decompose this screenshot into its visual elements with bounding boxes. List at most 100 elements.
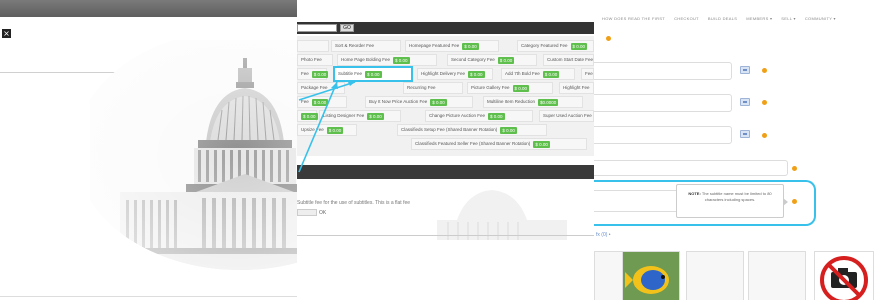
fee-cell[interactable]: Photo Fee [297, 54, 333, 66]
fee-cell[interactable]: $ 0.00 [297, 110, 318, 122]
fee-price: $ 0.00 [500, 126, 517, 134]
fee-label: Homepage Featured Fee [409, 43, 460, 48]
left-panel: × [0, 0, 297, 300]
nav-item[interactable]: CHECKOUT [674, 14, 699, 24]
photo-thumbnail[interactable] [622, 251, 680, 300]
no-camera-icon [820, 256, 868, 300]
fee-price: $ 0.00 [393, 56, 410, 64]
top-nav: HOW DOES READ THE FIRST CHECKOUT BUILD D… [594, 14, 886, 24]
fee-price: $ 0.00 [488, 112, 505, 120]
fee-cell[interactable]: Multiline Item Reduction $0.0000 [483, 96, 583, 108]
fee-label: Classifieds Featured Seller Fee (Shared … [415, 141, 531, 146]
fee-cell[interactable]: Buy It Now Price Auction Fee $ 0.00 [365, 96, 473, 108]
fee-price: $ 0.00 [570, 42, 588, 50]
fee-cell[interactable]: Recurring Fee [403, 82, 463, 94]
fee-cell[interactable] [297, 40, 329, 52]
fee-label: Highlight Delivery Fee [421, 71, 466, 76]
text-input[interactable] [594, 94, 732, 112]
fee-label: Add 7th Bold Fee [505, 71, 540, 76]
fee-cell[interactable]: Classifieds Featured Seller Fee (Shared … [411, 138, 587, 150]
fee-cell[interactable]: Homepage Featured Fee $ 0.00 [405, 40, 499, 52]
fee-label: Picture Gallery Fee [471, 85, 510, 90]
go-button[interactable]: GO [340, 24, 354, 32]
fee-cell[interactable]: Fee $ 0.00 [297, 68, 329, 80]
no-photo-placeholder[interactable] [814, 251, 874, 300]
edit-icon[interactable] [740, 66, 750, 74]
fee-price: $ 0.00 [326, 126, 344, 134]
fee-label: Upsize Fee [301, 127, 324, 132]
fee-cell[interactable]: Highlight Fee [559, 82, 594, 94]
category-select[interactable] [297, 24, 337, 32]
nav-item[interactable]: MEMBERS ▾ [746, 14, 772, 24]
fee-label: Buy It Now Price Auction Fee [369, 99, 428, 104]
fee-cell[interactable]: Custom Start Date Fee [543, 54, 594, 66]
fee-price: $ 0.00 [311, 98, 329, 106]
fee-amount-input[interactable] [297, 209, 317, 216]
capitol-building-image [75, 40, 297, 270]
fee-cell[interactable]: Change Picture Auction Fee $ 0.00 [425, 110, 533, 122]
fee-price: $ 0.00 [497, 56, 515, 64]
fee-label: Change Picture Auction Fee [429, 113, 486, 118]
required-indicator [762, 133, 767, 138]
required-indicator [792, 166, 797, 171]
fee-cell[interactable]: Add 7th Bold Fee $ 0.00 [501, 68, 575, 80]
capitol-watermark [437, 190, 567, 240]
edit-icon[interactable] [740, 98, 750, 106]
tooltip-body: The subtitle name must be limited to 80 … [701, 191, 772, 202]
fees-panel: GO Sort & Reorder Fee Homepage Featured … [297, 0, 594, 300]
close-icon[interactable]: × [2, 29, 11, 38]
fee-cell[interactable]: Fee [581, 68, 594, 80]
subtitle-fee-cell[interactable]: Subtitle Fee $ 0.00 [333, 66, 413, 82]
nav-item[interactable]: SELL ▾ [781, 14, 796, 24]
window-top-bar [0, 0, 297, 17]
fee-label: Custom Start Date Fee [547, 57, 594, 62]
text-input[interactable] [594, 160, 788, 176]
fee-price: $ 0.00 [468, 70, 485, 78]
fee-price: $ 0.00 [512, 84, 530, 92]
fee-label: Multiline Item Reduction [487, 99, 536, 104]
fee-label: Listing Designer Fee [323, 113, 365, 118]
fee-price: $0.0000 [538, 98, 559, 106]
fee-price: $ 0.00 [542, 70, 560, 78]
fee-price: $ 0.00 [462, 42, 479, 50]
title-input[interactable] [594, 62, 732, 80]
fee-label: Home Page Bolding Fee [341, 57, 391, 62]
fee-cell[interactable]: Home Page Bolding Fee $ 0.00 [337, 54, 437, 66]
required-indicator [762, 68, 767, 73]
text-input[interactable] [594, 126, 732, 144]
fee-price: $ 0.00 [367, 112, 384, 120]
fee-cell[interactable]: Highlight Delivery Fee $ 0.00 [417, 68, 493, 80]
subtitle-note-tooltip: NOTE: The subtitle name must be limited … [676, 184, 784, 218]
fee-label: Super Used Auction Fee [543, 113, 592, 118]
nav-item[interactable]: COMMUNITY ▾ [805, 14, 836, 24]
required-indicator [792, 199, 797, 204]
required-indicator [606, 36, 611, 41]
nav-item[interactable]: HOW DOES READ THE FIRST [602, 14, 665, 24]
divider [297, 235, 594, 236]
fee-label: Fee [301, 71, 309, 76]
fee-label: Fee [585, 71, 593, 76]
ok-link[interactable]: OK [319, 210, 326, 216]
fee-cell[interactable]: Upsize Fee $ 0.00 [297, 124, 357, 136]
edit-icon[interactable] [740, 130, 750, 138]
fee-label: Classifieds Setup Fee (Shared Banner Rot… [401, 127, 498, 132]
photo-slot[interactable] [748, 251, 806, 300]
fish-image [623, 252, 679, 300]
photos-link[interactable]: fx (0) • [596, 232, 611, 238]
fee-cell[interactable]: Second Category Fee $ 0.00 [447, 54, 537, 66]
divider [0, 296, 297, 297]
fee-cell[interactable]: Package Fee [297, 82, 345, 94]
fee-cell[interactable]: Sort & Reorder Fee [331, 40, 401, 52]
fee-cell[interactable]: Super Used Auction Fee [539, 110, 594, 122]
fee-cell[interactable]: Picture Gallery Fee $ 0.00 [467, 82, 553, 94]
fee-label: Highlight Fee [563, 85, 590, 90]
fee-label: Fee [301, 99, 309, 104]
fee-cell[interactable]: Classifieds Setup Fee (Shared Banner Rot… [397, 124, 547, 136]
photo-slot[interactable] [686, 251, 744, 300]
fee-cell[interactable]: Fee $ 0.00 [297, 96, 347, 108]
fee-cell[interactable]: Category Featured Fee $ 0.00 [517, 40, 594, 52]
subtitle-fee-description: Subtitle fee for the use of subtitles. T… [297, 200, 411, 206]
fee-label: Recurring Fee [407, 85, 436, 90]
fee-cell[interactable]: Listing Designer Fee $ 0.00 [319, 110, 401, 122]
nav-item[interactable]: BUILD DEALS [708, 14, 737, 24]
